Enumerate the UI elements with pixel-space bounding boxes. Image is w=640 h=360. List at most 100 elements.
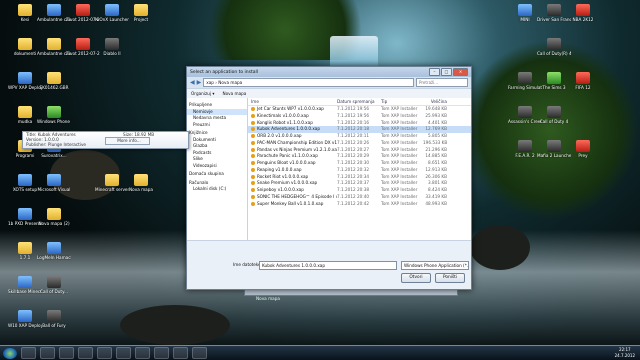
file-name-text: Konglis Robot v1.1.0.0.xap [257,119,313,125]
desktop-icon[interactable]: Diablo II [95,38,129,56]
cancel-button[interactable]: Poništi [435,273,465,283]
file-row[interactable]: Super Monkey Ball v1.0.1.0.xap 7.1.2012 2… [248,201,471,208]
file-type-cell: Tom XAP Installer [381,119,418,125]
taskbar-media-icon[interactable] [59,347,74,359]
file-type-cell: Tom XAP Installer [381,133,418,138]
more-info-button[interactable]: More info... [105,137,150,145]
file-row[interactable]: SONIC THE HEDGEHOG™ 4 Episode I v... 7.1.… [248,194,471,201]
dialog-titlebar[interactable]: Select an application to install – □ ✕ [187,67,471,77]
file-row[interactable]: Parachute Panic v1.1.0.0.xap 7.1.2012 20:… [248,153,471,160]
desktop-icon[interactable]: Windows Phone Emulator [37,106,71,124]
file-row[interactable]: Penguins Bloat v1.0.0.0.xap 7.1.2012 20:3… [248,160,471,167]
folder-icon [47,72,61,84]
desktop-icon[interactable]: FIFA 12 [566,72,600,90]
file-name-text: Super Monkey Ball v1.0.1.0.xap [257,200,324,206]
desktop-icon[interactable]: Nova mapa [124,174,158,192]
taskbar-chrome-icon[interactable] [78,347,93,359]
file-row[interactable]: Kubok Adventures 1.0.0.0.xap 7.1.2012 20:… [248,126,471,133]
desktop-icon[interactable]: EK01462.GBR [37,72,71,90]
file-name-text: Rocket Riot v1.0.0.0.xap [257,173,309,179]
application-icon [18,208,32,220]
back-icon[interactable]: ◀ [190,79,195,86]
taskbar-explorer-icon[interactable] [40,347,55,359]
application-icon [18,72,32,84]
taskbar-app-icon[interactable] [135,347,150,359]
file-row[interactable]: Rocket Riot v1.0.0.0.xap 7.1.2012 20:34 To… [248,174,471,181]
file-row[interactable]: Konglis Robot v1.1.0.0.xap 7.1.2012 20:16… [248,120,471,127]
taskbar-clock[interactable]: 22:17 24.7.2012 [615,347,635,358]
taskbar-app-icon[interactable] [154,347,169,359]
address-bar[interactable]: xap › Nova mapa [203,78,414,87]
desktop-icon[interactable]: Ball of Fury [37,310,71,328]
taskbar-app-icon[interactable] [116,347,131,359]
desktop-icon[interactable]: LogMeIn Hamachi [37,242,71,260]
folder-icon [18,38,32,50]
desktop-icon-label: EK01462.GBR [39,85,69,90]
file-row[interactable]: Pandas vs Ninjas Premium v1.2.1.0.xap 7.1… [248,147,471,154]
nav-item[interactable]: Preuzmi [187,122,247,129]
desktop-icon[interactable]: Call of Duty... [37,276,71,294]
desktop-icon-label: Nova mapa [129,187,153,192]
xap-file-icon [251,120,255,125]
wallpaper-rock [470,225,530,270]
file-type-cell: Tom XAP Installer [381,166,418,172]
forward-icon[interactable]: ▶ [197,79,202,86]
desktop-icon-label: Prey [578,153,588,158]
column-name[interactable]: Ime [248,98,337,105]
minimize-button[interactable]: – [429,68,440,76]
file-name-text: PAC-MAN Championship Edition DX v1... [257,139,337,145]
file-name-input[interactable]: Kubok Adventures 1.0.0.0.xap [259,261,397,270]
file-size-cell: 3.801 KB [428,180,447,186]
file-row[interactable]: Snake Premium v1.0.0.0.xap 7.1.2012 20:37… [248,180,471,187]
file-row[interactable]: Jet Car Stunts WP7 v1.0.0.0.xap 7.1.2012 … [248,106,471,113]
file-row[interactable]: PAC-MAN Championship Edition DX v1... 7.1… [248,140,471,147]
file-row[interactable]: Kinectimals v1.0.0.0.xap 7.1.2012 19:56 To… [248,113,471,120]
start-button[interactable] [3,347,17,359]
file-row[interactable]: Snipeboy v1.0.0.0.xap 7.1.2012 20:38 Tom X… [248,187,471,194]
application-icon [47,310,61,322]
close-button[interactable]: ✕ [453,68,468,76]
desktop-icon-label: Surovatrix... [41,153,67,158]
address-bar-row: ◀ ▶ xap › Nova mapa Pretraži... [187,77,471,88]
folder-icon [18,106,32,118]
taskbar-app-icon[interactable] [192,347,207,359]
desktop-icon[interactable]: Microsoft Visual [37,174,71,192]
taskbar-ie-icon[interactable] [21,347,36,359]
file-type-cell: Tom XAP Installer [381,146,418,152]
desktop-icon[interactable]: NBA 2K12 [566,4,600,22]
organize-button[interactable]: Organizuj ▾ [191,91,214,96]
column-date[interactable]: Datum spremanja [337,98,381,105]
new-folder-button[interactable]: Nova mapa [222,91,246,96]
file-name-text: Jet Car Stunts WP7 v1.0.0.0.xap [257,106,324,111]
nav-item[interactable]: Domaća skupina [187,171,247,178]
taskbar-app-icon[interactable] [173,347,188,359]
search-input[interactable]: Pretraži... [416,78,468,87]
desktop-icon[interactable]: Call of Duty(R) 4 [537,38,571,56]
maximize-button[interactable]: □ [441,68,452,76]
xap-file-icon [251,113,255,118]
column-type[interactable]: Tip [381,98,423,105]
file-type-cell: Tom XAP Installer [381,180,418,186]
desktop-icon[interactable]: Prey [566,140,600,158]
nav-item[interactable]: Lokalni disk (C:) [187,186,247,193]
application-icon [518,106,532,118]
desktop-icon[interactable]: Nova mapa (2) [37,208,71,226]
xap-file-icon [251,127,255,132]
column-size[interactable]: Veličina [423,98,447,105]
folder-icon [47,38,61,50]
open-button[interactable]: Otvori [401,273,431,283]
taskbar-app-icon[interactable] [97,347,112,359]
file-size-cell: 8.651 KB [428,160,447,165]
xap-file-icon [251,107,255,111]
navigation-pane: Prikupljene Nemiovje Nedavna mesta Preuzmi K… [187,98,248,241]
desktop-icon[interactable]: Project [124,4,158,22]
application-icon [518,140,532,152]
nav-item[interactable]: Videozapisi [187,163,247,170]
application-icon [76,4,90,16]
file-row[interactable]: Reaping v1.0.0.0.xap 7.1.2012 20:32 Tom XA… [248,167,471,174]
file-type-select[interactable]: Windows Phone Application (*... [401,261,469,270]
file-row[interactable]: ORB 2.0 v1.0.0.0.xap 7.1.2012 20:11 Tom XA… [248,133,471,140]
desktop-icon[interactable]: Call of Duty 4 [537,106,571,124]
file-name-label: Ime datoteke: [233,262,263,267]
file-date-cell: 7.1.2012 20:11 [337,133,370,138]
